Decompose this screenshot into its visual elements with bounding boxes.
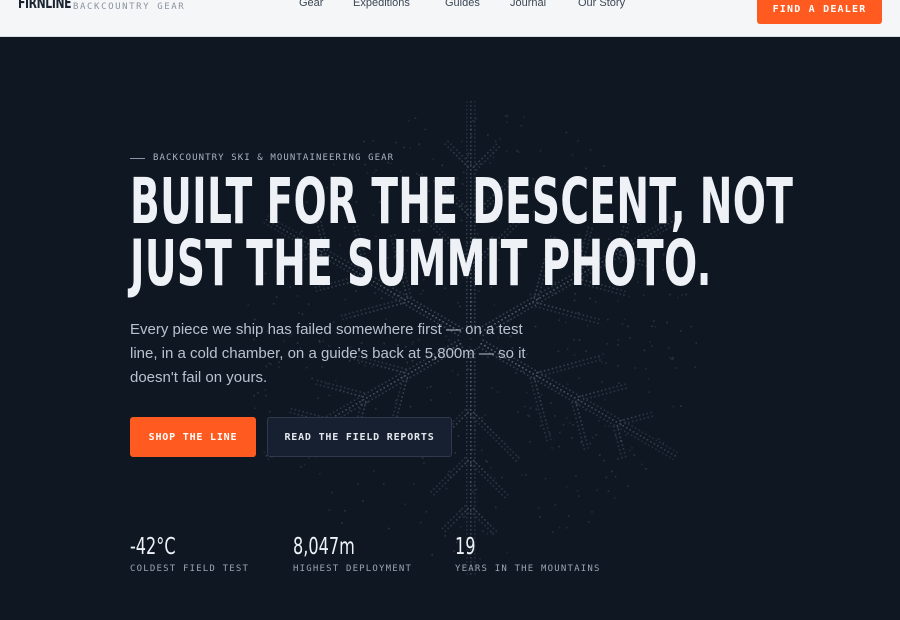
logo-tagline: BACKCOUNTRY GEAR [73, 2, 186, 12]
stat-label: COLDEST FIELD TEST [130, 564, 250, 574]
stat-years: 19 YEARS IN THE MOUNTAINS [455, 534, 601, 574]
stat-label: YEARS IN THE MOUNTAINS [455, 564, 601, 574]
stat-label: HIGHEST DEPLOYMENT [293, 564, 413, 574]
eyebrow-rule [130, 157, 145, 159]
hero-eyebrow: BACKCOUNTRY SKI & MOUNTAINEERING GEAR [130, 152, 394, 164]
stat-coldest-test: -42°C COLDEST FIELD TEST [130, 534, 249, 574]
shop-the-line-button[interactable]: SHOP THE LINE [130, 417, 256, 457]
hero-section: BACKCOUNTRY SKI & MOUNTAINEERING GEAR BU… [0, 37, 900, 620]
stat-highest-deployment: 8,047m HIGHEST DEPLOYMENT [293, 534, 412, 574]
stat-value: 19 [455, 534, 476, 560]
find-dealer-button[interactable]: FIND A DEALER [757, 0, 882, 24]
nav-link-expeditions[interactable]: Expeditions [353, 0, 410, 9]
logo[interactable]: FIRNLINE [18, 0, 72, 12]
stat-value: 8,047m [293, 534, 355, 560]
eyebrow-text: BACKCOUNTRY SKI & MOUNTAINEERING GEAR [153, 153, 395, 163]
nav-link-gear[interactable]: Gear [299, 0, 323, 9]
headline-line-1: BUILT FOR THE DESCENT, NOT [130, 165, 794, 238]
nav-link-guides[interactable]: Guides [445, 0, 480, 9]
site-header: FIRNLINE BACKCOUNTRY GEAR Gear Expeditio… [0, 0, 900, 37]
field-reports-button[interactable]: READ THE FIELD REPORTS [267, 417, 452, 457]
nav-link-journal[interactable]: Journal [510, 0, 546, 9]
hero-subcopy: Every piece we ship has failed somewhere… [130, 321, 526, 386]
headline-line-2: JUST THE SUMMIT PHOTO. [130, 227, 712, 300]
stat-value: -42°C [130, 534, 176, 560]
hero-headline: BUILT FOR THE DESCENT, NOT JUST THE SUMM… [130, 165, 794, 300]
nav-link-our-story[interactable]: Our Story [578, 0, 625, 9]
